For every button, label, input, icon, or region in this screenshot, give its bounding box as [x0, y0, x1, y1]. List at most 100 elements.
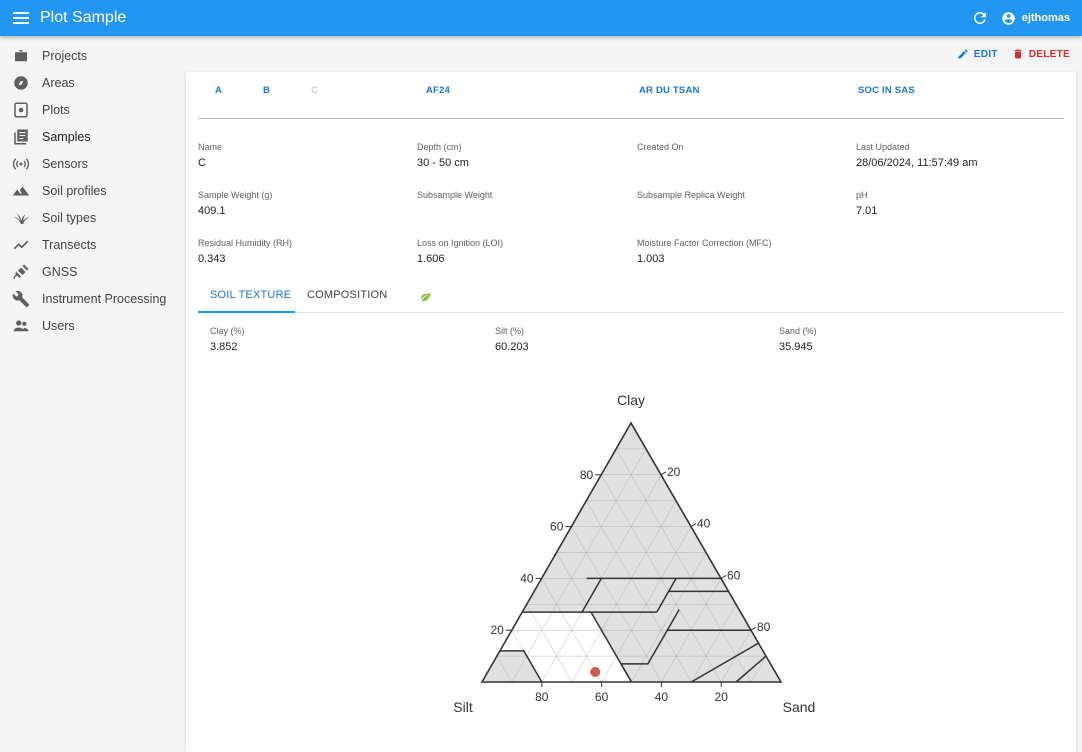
sidebar-item-label: Projects [42, 48, 88, 63]
samples-icon [12, 128, 30, 146]
field-label: Loss on Ignition (LOI) [417, 238, 504, 248]
sidebar-item-soil-profiles[interactable]: Soil profiles [0, 177, 186, 204]
sidebar-item-label: Samples [42, 129, 91, 144]
sidebar-item-plots[interactable]: Plots [0, 96, 186, 123]
sidebar-item-label: Instrument Processing [42, 291, 167, 306]
edit-button[interactable]: EDIT [957, 48, 998, 60]
sidebar-item-transects[interactable]: Transects [0, 231, 186, 258]
field-sand: Sand (%) 35.945 [779, 326, 817, 353]
sidebar-item-instrument-processing[interactable]: Instrument Processing [0, 285, 186, 312]
field-label: pH [856, 190, 868, 200]
tab-a[interactable]: A [215, 85, 222, 96]
field-clay: Clay (%) 3.852 [210, 326, 245, 353]
users-icon [12, 317, 30, 335]
field-sample-weight: Sample Weight (g) 409.1 [198, 190, 272, 217]
sidebar-item-label: Soil profiles [42, 183, 107, 198]
tick-label-clay: 60 [550, 520, 564, 534]
sidebar: Projects Areas Plots Samples Sensors Soil pro… [0, 36, 186, 752]
account-circle-icon [1001, 11, 1015, 25]
apex-label-silt: Silt [453, 699, 473, 715]
field-value: 7.01 [856, 205, 878, 217]
satellite-icon [12, 263, 30, 281]
wrench-icon [12, 290, 30, 308]
apex-label-clay: Clay [617, 392, 645, 408]
tab-b[interactable]: B [263, 85, 270, 96]
field-label: Silt (%) [495, 326, 524, 336]
field-value: 1.003 [637, 253, 665, 265]
tick-label-clay: 80 [580, 468, 594, 482]
soil-texture-triangle: 20 40 60 80 20 40 60 80 80 60 40 20 Clay Silt Sand [453, 392, 816, 715]
tick-label-silt: 20 [715, 690, 729, 704]
leaf-tab[interactable] [420, 290, 432, 308]
sidebar-item-label: Users [42, 318, 75, 333]
sidebar-item-users[interactable]: Users [0, 312, 186, 339]
sidebar-item-label: Areas [42, 75, 75, 90]
sidebar-item-areas[interactable]: Areas [0, 69, 186, 96]
briefcase-icon [12, 47, 30, 65]
field-value: C [198, 157, 206, 169]
field-value: 28/06/2024, 11:57:49 am [856, 157, 978, 169]
field-moisture-factor: Moisture Factor Correction (MFC) 1.003 [637, 238, 772, 265]
field-ph: pH 7.01 [856, 190, 877, 217]
trash-icon [1014, 49, 1022, 59]
sample-point [590, 667, 601, 678]
field-label: Residual Humidity (RH) [198, 238, 293, 248]
field-label: Subsample Weight [417, 190, 493, 200]
sidebar-item-sensors[interactable]: Sensors [0, 150, 186, 177]
tick-label-silt: 40 [655, 690, 669, 704]
field-value: 60.203 [495, 341, 529, 353]
field-depth: Depth (cm) 30 - 50 cm [417, 142, 469, 169]
pencil-icon [958, 49, 968, 59]
tick-label-sand: 20 [667, 465, 681, 479]
field-value: 35.945 [779, 341, 813, 353]
sidebar-item-label: Sensors [42, 156, 88, 171]
tick-mark [720, 574, 727, 579]
menu-icon[interactable] [13, 11, 31, 25]
sidebar-item-label: Transects [42, 237, 97, 252]
action-bar: EDIT DELETE [957, 48, 1070, 60]
app-bar: Plot Sample ejthomas [0, 0, 1082, 36]
sidebar-item-soil-types[interactable]: Soil types [0, 204, 186, 231]
field-label: Last Updated [856, 142, 910, 152]
refresh-icon[interactable] [971, 9, 989, 27]
field-created-on: Created On [637, 142, 684, 157]
active-tab-indicator [198, 311, 295, 313]
user-menu[interactable]: ejthomas [1001, 11, 1070, 26]
tab-c[interactable]: C [311, 85, 318, 96]
field-value: 0.343 [198, 253, 226, 265]
tick-label-sand: 80 [757, 620, 771, 634]
tab-soc-in-sas[interactable]: SOC IN SAS [858, 85, 915, 96]
tick-mark [750, 626, 757, 631]
tab-soil-texture[interactable]: SOIL TEXTURE [210, 289, 291, 301]
apex-label-sand: Sand [783, 699, 816, 715]
field-value: 409.1 [198, 205, 226, 217]
sidebar-item-label: Soil types [42, 210, 97, 225]
delete-button[interactable]: DELETE [1012, 48, 1070, 60]
tab-ar-du-tsan[interactable]: AR DU TSAN [639, 85, 700, 96]
field-value: 3.852 [210, 341, 238, 353]
sidebar-item-samples[interactable]: Samples [0, 123, 186, 150]
tick-label-sand: 60 [727, 568, 741, 582]
field-label: Sample Weight (g) [198, 190, 273, 200]
tick-label-clay: 40 [520, 571, 534, 585]
sample-tabs: A B C AF24 AR DU TSAN SOC IN SAS [198, 72, 1064, 119]
tab-af24[interactable]: AF24 [426, 85, 450, 96]
sidebar-item-label: GNSS [42, 264, 78, 279]
tick-mark [660, 471, 667, 476]
compass-icon [12, 74, 30, 92]
field-value: 1.606 [417, 253, 445, 265]
sidebar-item-projects[interactable]: Projects [0, 42, 186, 69]
field-name: Name C [198, 142, 222, 169]
tab-composition[interactable]: COMPOSITION [307, 289, 387, 301]
tick-label-silt: 80 [535, 690, 549, 704]
field-subsample-weight: Subsample Weight [417, 190, 492, 205]
app-title: Plot Sample [40, 9, 127, 26]
plot-icon [12, 101, 30, 119]
tick-mark [690, 523, 697, 528]
tick-label-clay: 20 [490, 623, 504, 637]
field-label: Clay (%) [210, 326, 245, 336]
delete-label: DELETE [1028, 48, 1070, 60]
sidebar-item-gnss[interactable]: GNSS [0, 258, 186, 285]
leaf-icon [421, 292, 431, 302]
field-loss-on-ignition: Loss on Ignition (LOI) 1.606 [417, 238, 503, 265]
